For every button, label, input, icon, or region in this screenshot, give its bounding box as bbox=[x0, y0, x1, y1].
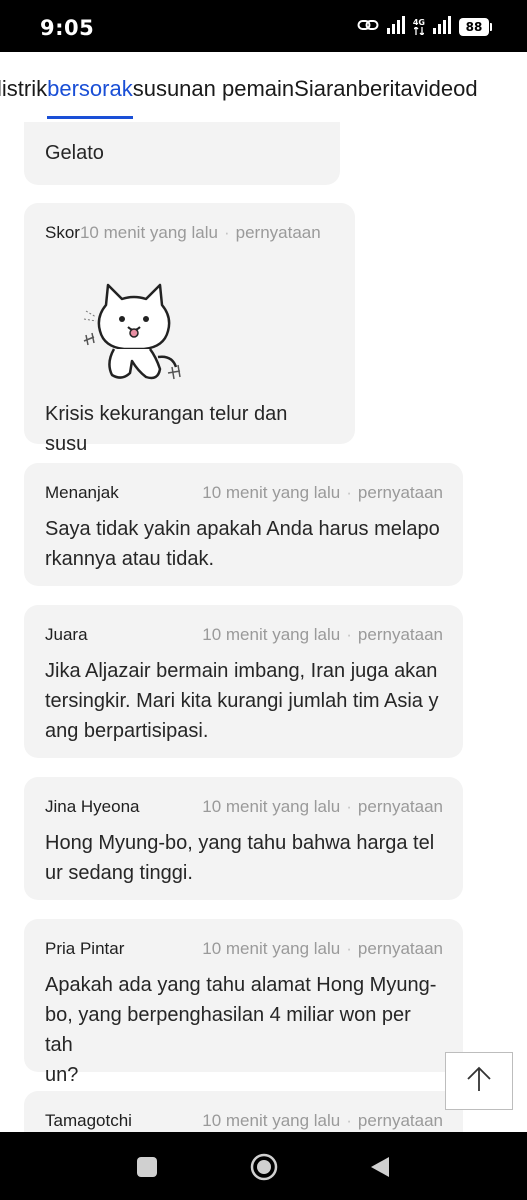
signal-4g-icon: 4G bbox=[413, 19, 425, 35]
comment-meta: 10 menit yang lalu · pernyataan bbox=[202, 483, 443, 503]
comment-meta: 10 menit yang lalu · pernyataan bbox=[202, 1111, 443, 1131]
comment-text: Saya tidak yakin apakah Anda harus melap… bbox=[45, 514, 443, 574]
comment-line: Apakah ada yang tahu alamat Hong Myung- bbox=[45, 974, 437, 996]
comment-header: Tamagotchi 10 menit yang lalu · pernyataan bbox=[45, 1111, 443, 1132]
comment-author: Jina Hyeona bbox=[45, 797, 140, 816]
comment-text: Hong Myung-bo, yang tahu bahwa harga tel… bbox=[45, 828, 443, 888]
comment-time: 10 menit yang lalu bbox=[202, 483, 341, 502]
home-icon[interactable] bbox=[249, 1152, 279, 1182]
comment-time: 10 menit yang lalu bbox=[202, 797, 341, 816]
signal-icon-2 bbox=[433, 15, 451, 39]
comment-header: Skor10 menit yang lalu · pernyataan bbox=[45, 223, 321, 245]
report-link[interactable]: pernyataan bbox=[236, 223, 321, 242]
comment-header: Pria Pintar 10 menit yang lalu · pernyataa… bbox=[45, 939, 443, 961]
report-link[interactable]: pernyataan bbox=[358, 625, 443, 644]
comment-header: Menanjak 10 menit yang lalu · pernyataan bbox=[45, 483, 443, 505]
comment-time: 10 menit yang lalu bbox=[79, 223, 218, 242]
report-link[interactable]: pernyataan bbox=[358, 797, 443, 816]
comment-author: Pria Pintar bbox=[45, 939, 125, 958]
back-icon[interactable] bbox=[367, 1154, 393, 1180]
comment-line: bo, yang berpenghasilan 4 miliar won per… bbox=[45, 1004, 411, 1056]
meta-separator: · bbox=[346, 625, 352, 644]
tab-berita[interactable]: berita bbox=[358, 75, 413, 103]
comment-author: Skor bbox=[45, 223, 80, 242]
comment-author: Tamagotchi bbox=[45, 1111, 132, 1130]
comment-line: tersingkir. Mari kita kurangi jumlah tim… bbox=[45, 690, 439, 712]
meta-separator: · bbox=[346, 483, 352, 502]
report-link[interactable]: pernyataan bbox=[358, 483, 443, 502]
comment-card: Tamagotchi 10 menit yang lalu · pernyataan bbox=[24, 1091, 463, 1132]
comment-text: Apakah ada yang tahu alamat Hong Myung- … bbox=[45, 970, 443, 1090]
comment-card: Jina Hyeona 10 menit yang lalu · pernyataa… bbox=[24, 777, 463, 900]
comment-line: rkannya atau tidak. bbox=[45, 548, 214, 570]
comment-card: Juara 10 menit yang lalu · pernyataan Jika… bbox=[24, 605, 463, 758]
tab-siaran[interactable]: Siaran bbox=[294, 75, 358, 103]
tab-listrik[interactable]: listrik bbox=[0, 75, 47, 103]
comment-time: 10 menit yang lalu bbox=[202, 625, 341, 644]
scroll-top-button[interactable] bbox=[445, 1052, 513, 1110]
signal-icon bbox=[386, 15, 405, 39]
category-tab-bar[interactable]: listrik bersorak susunan pemain Siaran b… bbox=[0, 52, 527, 122]
comment-feed[interactable]: Gelato Skor10 menit yang lalu · pernyataan… bbox=[0, 122, 527, 1132]
comment-text: Krisis kekurangan telur dan susu bbox=[45, 403, 288, 455]
comment-time: 10 menit yang lalu bbox=[202, 1111, 341, 1130]
report-link[interactable]: pernyataan bbox=[358, 939, 443, 958]
meta-separator: · bbox=[346, 939, 352, 958]
status-bar: 9:05 4G 88 bbox=[0, 0, 527, 52]
arrow-up-icon bbox=[464, 1064, 494, 1099]
meta-separator: · bbox=[346, 1111, 352, 1130]
comment-card: Pria Pintar 10 menit yang lalu · pernyataa… bbox=[24, 919, 463, 1086]
comment-line: ang berpartisipasi. bbox=[45, 720, 209, 742]
tab-bersorak[interactable]: bersorak bbox=[47, 75, 133, 119]
cat-sticker bbox=[83, 283, 181, 380]
tab-video[interactable]: video bbox=[413, 75, 466, 103]
comment-author: Juara bbox=[45, 625, 88, 644]
comment-header: Jina Hyeona 10 menit yang lalu · pernyataa… bbox=[45, 797, 443, 819]
report-link[interactable]: pernyataan bbox=[358, 1111, 443, 1130]
recents-icon[interactable] bbox=[134, 1154, 160, 1180]
comment-card: Menanjak 10 menit yang lalu · pernyataan S… bbox=[24, 463, 463, 586]
network-label: 4G bbox=[412, 18, 425, 27]
meta-separator: · bbox=[223, 223, 230, 242]
tab-partial[interactable]: d bbox=[465, 75, 477, 103]
battery-icon: 88 bbox=[459, 18, 492, 36]
comment-line: Saya tidak yakin apakah Anda harus melap… bbox=[45, 518, 440, 540]
comment-line: un? bbox=[45, 1064, 79, 1086]
comment-line: ur sedang tinggi. bbox=[45, 862, 193, 884]
comment-line: Jika Aljazair bermain imbang, Iran juga … bbox=[45, 660, 438, 682]
comment-author: Menanjak bbox=[45, 483, 119, 502]
comment-text: Jika Aljazair bermain imbang, Iran juga … bbox=[45, 656, 443, 746]
meta-separator: · bbox=[346, 797, 352, 816]
comment-time: 10 menit yang lalu bbox=[202, 939, 341, 958]
comment-card: Skor10 menit yang lalu · pernyataan Krisis… bbox=[24, 203, 355, 455]
link-icon bbox=[357, 18, 379, 37]
status-time: 9:05 bbox=[40, 16, 95, 40]
comment-meta: 10 menit yang lalu · pernyataan bbox=[202, 797, 443, 817]
comment-meta: 10 menit yang lalu · pernyataan bbox=[202, 939, 443, 959]
comment-meta: 10 menit yang lalu · pernyataan bbox=[202, 625, 443, 645]
status-icons: 4G 88 bbox=[357, 15, 492, 39]
comment-line: Hong Myung-bo, yang tahu bahwa harga tel bbox=[45, 832, 435, 854]
tab-susunan-pemain[interactable]: susunan pemain bbox=[133, 75, 294, 103]
comment-text: Gelato bbox=[45, 142, 104, 164]
comment-card: Gelato bbox=[24, 122, 340, 185]
system-nav-bar bbox=[0, 1132, 527, 1200]
comment-header: Juara 10 menit yang lalu · pernyataan bbox=[45, 625, 443, 647]
